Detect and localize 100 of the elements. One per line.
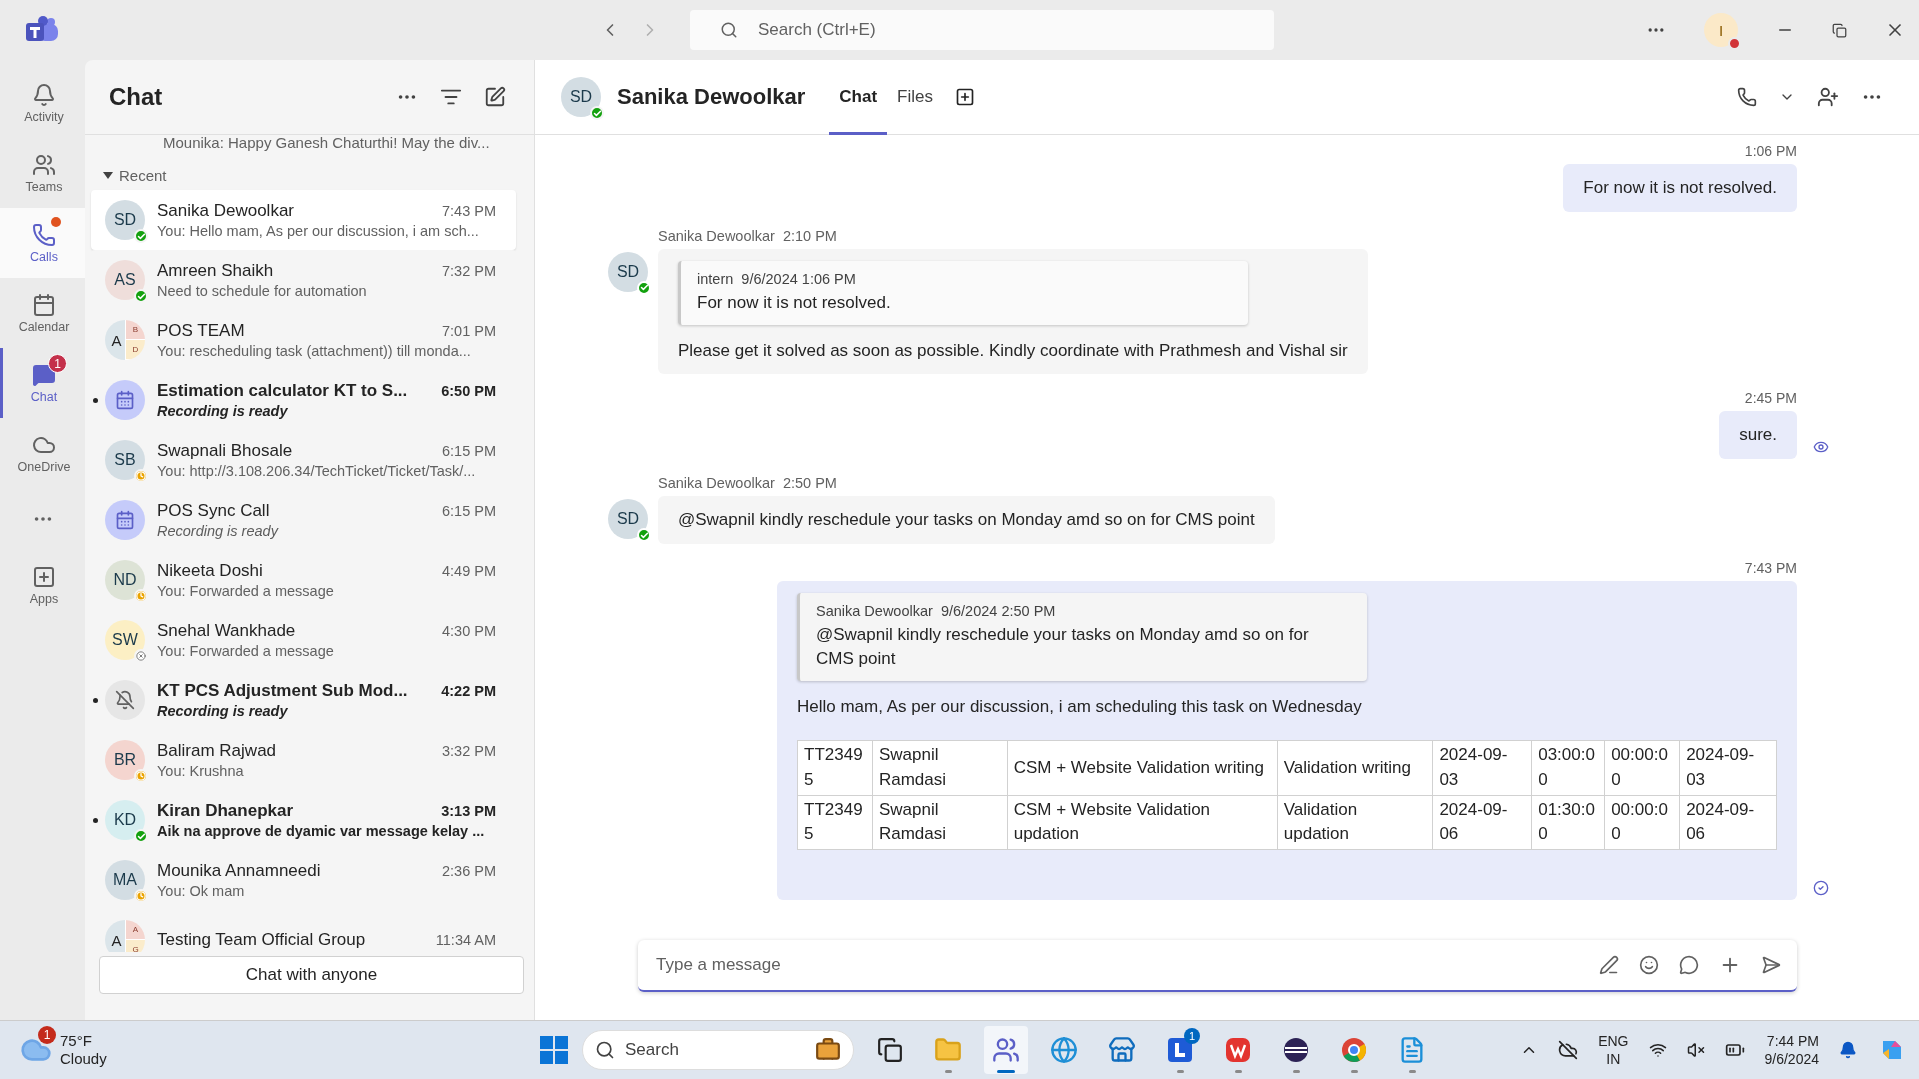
browser-icon[interactable]	[1340, 1036, 1368, 1064]
chat-name: Sanika Dewoolkar	[157, 201, 294, 221]
chat-name: POS TEAM	[157, 321, 245, 341]
chat-time: 2:36 PM	[442, 863, 496, 879]
search-field[interactable]: Search (Ctrl+E)	[690, 10, 1274, 50]
presence-icon	[637, 280, 651, 295]
calendar-icon	[115, 510, 135, 530]
chat-with-anyone-button[interactable]: Chat with anyone	[99, 956, 524, 994]
table-cell: Validation updation	[1277, 795, 1433, 850]
add-people-icon[interactable]	[1817, 86, 1839, 108]
clock[interactable]: 7:44 PM 9/6/2024	[1764, 1031, 1819, 1069]
profile-avatar[interactable]: I	[1704, 13, 1738, 47]
chat-preview: Recording is ready	[157, 523, 280, 539]
format-icon[interactable]	[1599, 955, 1619, 975]
chat-preview: You: Forwarded a message	[157, 583, 335, 599]
language-indicator[interactable]: ENG IN	[1598, 1031, 1629, 1069]
compose-icon[interactable]	[484, 86, 506, 108]
tab[interactable]: Chat	[829, 59, 888, 135]
chat-time: 3:13 PM	[441, 803, 496, 819]
table-cell: Validation writing	[1277, 740, 1433, 796]
calendar-icon	[115, 390, 135, 410]
taskbar-search[interactable]: Search	[582, 1030, 854, 1070]
avatar: SW	[105, 620, 145, 660]
section-header[interactable]: Recent	[91, 151, 516, 190]
avatar: AS	[105, 260, 145, 300]
panel-title: Chat	[109, 83, 163, 111]
table-cell: 00:00:0 0	[1604, 740, 1680, 796]
table-cell: 2024-09- 03	[1432, 740, 1532, 796]
store-icon[interactable]	[1108, 1036, 1136, 1064]
rail-item[interactable]: Calls	[0, 208, 85, 278]
message-text: sure.	[1739, 425, 1777, 445]
search-icon	[595, 1040, 615, 1060]
app-icon[interactable]	[1282, 1036, 1310, 1064]
table-cell: 2024-09- 06	[1432, 795, 1532, 850]
chat-name: Swapnali Bhosale	[157, 441, 293, 461]
globe-icon[interactable]	[1050, 1036, 1078, 1064]
send-icon[interactable]	[1761, 955, 1781, 975]
chat-name: Mounika Annamneedi	[157, 861, 321, 881]
rail-item[interactable]: Calendar	[0, 278, 85, 348]
restore-icon[interactable]	[1832, 22, 1847, 38]
rail-item[interactable]: Teams	[0, 138, 85, 208]
running-indicator	[997, 1070, 1015, 1073]
chat-name: Amreen Shaikh	[157, 261, 274, 281]
contact-name: Sanika Dewoolkar	[617, 84, 806, 110]
start-icon[interactable]	[540, 1036, 568, 1064]
chat-time: 6:15 PM	[442, 443, 496, 459]
message-time: 1:06 PM	[1744, 143, 1797, 159]
sent-icon	[1813, 879, 1829, 896]
message-text: Please get it solved as soon as possible. Kindly coordinate with Prathmesh and Vishal sir	[678, 340, 1348, 360]
quote-meta: intern 9/6/2024 1:06 PM	[697, 270, 857, 287]
tab[interactable]: Files	[887, 59, 943, 135]
chat-name: Snehal Wankhade	[157, 621, 296, 641]
quoted-message[interactable]: intern 9/6/2024 1:06 PM For now it is not resolved.	[678, 260, 1248, 325]
rail-item[interactable]: Apps	[0, 550, 85, 620]
running-indicator	[1292, 1070, 1300, 1073]
quote-meta: Sanika Dewoolkar 9/6/2024 2:50 PM	[816, 603, 1057, 619]
cloud-off-icon[interactable]	[1558, 1040, 1579, 1060]
message-meta: Sanika Dewoolkar 2:50 PM	[658, 475, 837, 492]
chat-name: Nikeeta Doshi	[157, 561, 263, 581]
call-icon[interactable]	[1737, 87, 1757, 107]
add-icon	[32, 564, 56, 589]
table-cell: TT2349 5	[797, 740, 873, 796]
bell-icon	[32, 82, 56, 107]
avatar: ND	[105, 560, 145, 600]
presence-icon	[637, 528, 651, 543]
wifi-icon[interactable]	[1648, 1041, 1667, 1059]
table-cell: 2024-09- 03	[1679, 740, 1777, 796]
chat-preview: You: http://3.108.206.34/TechTicket/Ticket/Task/...	[157, 463, 477, 479]
sticker-icon[interactable]	[1679, 955, 1699, 975]
table-cell: Swapnil Ramdasi	[872, 740, 1008, 796]
message-meta: Sanika Dewoolkar 2:10 PM	[658, 227, 837, 244]
notifications-icon[interactable]	[1839, 1041, 1857, 1059]
chat-item[interactable]: SD Sanika Dewoolkar 7:43 PM You: Hello mam, As per our discussion, i am sch...	[91, 190, 516, 250]
message-input[interactable]: Type a message	[654, 954, 1579, 976]
people-icon	[32, 152, 56, 177]
phone-icon	[32, 222, 56, 247]
emoji-icon[interactable]	[1639, 955, 1659, 975]
avatar: BR	[105, 740, 145, 780]
rail-item[interactable]: Activity	[0, 68, 85, 138]
rail-item[interactable]: OneDrive	[0, 418, 85, 488]
table-cell: 03:00:0 0	[1531, 740, 1605, 796]
chat-name: Kiran Dhanepkar	[157, 801, 294, 821]
table-cell: TT2349 5	[797, 795, 873, 850]
task-view-icon[interactable]	[877, 1037, 903, 1063]
unread-badge: 1	[48, 354, 67, 373]
message-text: Hello mam, As per our discussion, i am scheduling this task on Wednesday	[797, 696, 1362, 716]
mute-icon[interactable]	[1686, 1041, 1705, 1059]
temperature: 75°F	[60, 1032, 93, 1050]
avatar: SD	[608, 251, 648, 292]
table-cell: Swapnil Ramdasi	[872, 795, 1008, 850]
people-icon[interactable]	[992, 1036, 1020, 1064]
quoted-message[interactable]: Sanika Dewoolkar 9/6/2024 2:50 PM @Swapnil kindly reschedule your tasks on Monday amd so on for CMS point	[797, 593, 1367, 681]
quote-text: @Swapnil kindly reschedule your tasks on Monday amd so on for CMS point	[816, 624, 1310, 670]
table-cell: 2024-09- 06	[1679, 795, 1777, 850]
chat-icon	[32, 362, 56, 387]
chat-preview: Recording is ready	[157, 403, 289, 419]
chat-time: 7:32 PM	[442, 263, 496, 279]
add-tab-icon[interactable]	[955, 87, 975, 107]
bell-off-icon	[115, 690, 135, 710]
avatar: KD	[105, 800, 145, 840]
